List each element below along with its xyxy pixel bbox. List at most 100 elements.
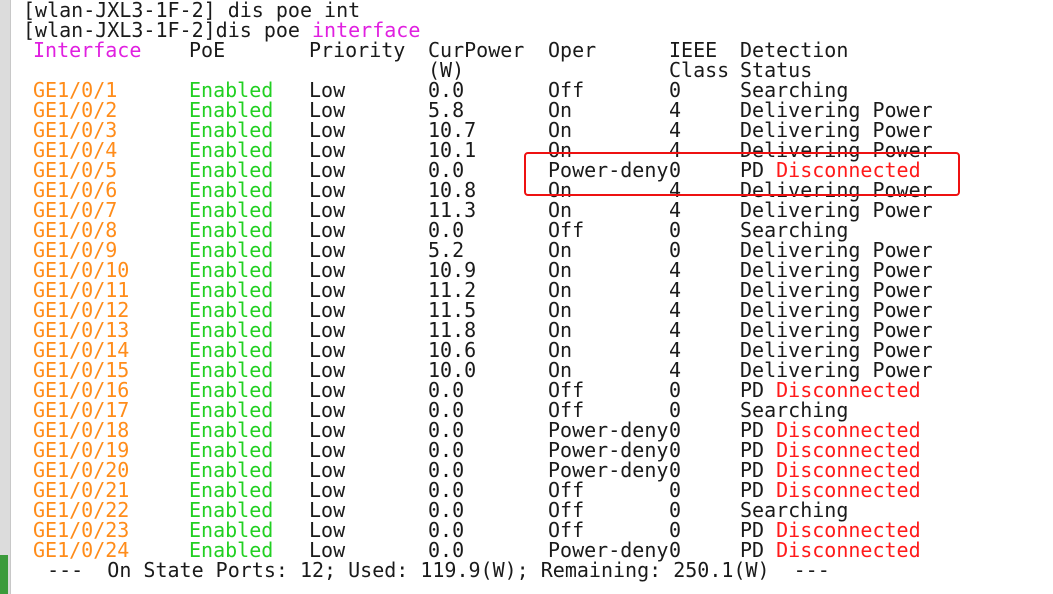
row-detection-status: Delivering Power	[740, 340, 933, 360]
row-detection-status: Searching	[740, 400, 848, 420]
row-interface: GE1/0/17	[33, 398, 130, 422]
row-oper-state: On	[548, 298, 573, 322]
row-detection-status: Searching	[740, 80, 848, 100]
row-current-power: 10.0	[428, 358, 477, 382]
row-poe-status: Enabled	[189, 278, 274, 302]
row-ieee-class: 4	[669, 358, 682, 382]
row-poe-status: Enabled	[189, 78, 274, 102]
row-ieee-class: 0	[669, 78, 682, 102]
row-ieee-class: 0	[669, 498, 682, 522]
row-current-power: 0.0	[428, 458, 465, 482]
row-detection-status: Delivering Power	[740, 120, 933, 140]
row-interface: GE1/0/19	[33, 438, 130, 462]
row-priority: Low	[309, 538, 346, 562]
row-interface: GE1/0/21	[33, 478, 130, 502]
table-row: GE1/0/23 Enabled Low 0.0 Off 0 PD Disconnected	[23, 520, 1023, 540]
row-current-power: 10.7	[428, 118, 477, 142]
row-poe-status: Enabled	[189, 198, 274, 222]
row-ieee-class: 4	[669, 298, 682, 322]
row-priority: Low	[309, 278, 346, 302]
row-interface: GE1/0/3	[33, 118, 118, 142]
row-current-power: 0.0	[428, 478, 465, 502]
row-poe-status: Enabled	[189, 458, 274, 482]
row-oper-state: On	[548, 338, 573, 362]
row-detection-status: Delivering Power	[740, 280, 933, 300]
row-priority: Low	[309, 478, 346, 502]
row-ieee-class: 0	[669, 238, 682, 262]
row-poe-status: Enabled	[189, 538, 274, 562]
row-poe-status: Enabled	[189, 218, 274, 242]
row-interface: GE1/0/7	[33, 198, 118, 222]
row-current-power: 10.8	[428, 178, 477, 202]
row-poe-status: Enabled	[189, 98, 274, 122]
terminal-output[interactable]: [wlan-JXL3-1F-2] dis poe int [wlan-JXL3-…	[23, 0, 1043, 594]
row-oper-state: On	[548, 198, 573, 222]
row-interface: GE1/0/24	[33, 538, 130, 562]
row-priority: Low	[309, 158, 346, 182]
row-ieee-class: 0	[669, 218, 682, 242]
row-priority: Low	[309, 518, 346, 542]
row-interface: GE1/0/10	[33, 258, 130, 282]
table-row: GE1/0/16 Enabled Low 0.0 Off 0 PD Disconnected	[23, 380, 1023, 400]
table-row: GE1/0/9 Enabled Low 5.2 On 0 Delivering Power	[23, 240, 1023, 260]
row-detection-status: PD Disconnected	[740, 440, 921, 460]
row-ieee-class: 0	[669, 538, 682, 562]
row-poe-status: Enabled	[189, 258, 274, 282]
row-ieee-class: 0	[669, 398, 682, 422]
row-current-power: 0.0	[428, 78, 465, 102]
row-interface: GE1/0/18	[33, 418, 130, 442]
row-priority: Low	[309, 178, 346, 202]
row-current-power: 11.3	[428, 198, 477, 222]
row-interface: GE1/0/6	[33, 178, 118, 202]
row-oper-state: Off	[548, 218, 585, 242]
row-current-power: 11.8	[428, 318, 477, 342]
row-current-power: 5.8	[428, 98, 465, 122]
row-interface: GE1/0/22	[33, 498, 130, 522]
row-current-power: 0.0	[428, 438, 465, 462]
row-poe-status: Enabled	[189, 138, 274, 162]
row-priority: Low	[309, 258, 346, 282]
row-current-power: 5.2	[428, 238, 465, 262]
row-ieee-class: 4	[669, 338, 682, 362]
row-current-power: 10.6	[428, 338, 477, 362]
row-oper-state: Off	[548, 498, 585, 522]
row-detection-status: Delivering Power	[740, 320, 933, 340]
row-current-power: 10.1	[428, 138, 477, 162]
row-current-power: 0.0	[428, 418, 465, 442]
row-priority: Low	[309, 418, 346, 442]
summary-line: --- On State Ports: 12; Used: 119.9(W); …	[23, 558, 830, 582]
row-oper-state: Power-deny	[548, 438, 669, 462]
row-poe-status: Enabled	[189, 398, 274, 422]
row-oper-state: On	[548, 318, 573, 342]
row-detection-status: Searching	[740, 220, 848, 240]
row-priority: Low	[309, 138, 346, 162]
table-row: GE1/0/12 Enabled Low 11.5 On 4 Delivering Powe…	[23, 300, 1023, 320]
row-oper-state: Off	[548, 478, 585, 502]
header-class: Class	[669, 58, 730, 82]
header-oper: Oper	[548, 38, 597, 62]
row-poe-status: Enabled	[189, 338, 274, 362]
row-poe-status: Enabled	[189, 158, 274, 182]
row-detection-status: Delivering Power	[740, 100, 933, 120]
header-ieee: IEEE	[669, 38, 718, 62]
table-row: GE1/0/18 Enabled Low 0.0 Power-deny 0 PD Disco…	[23, 420, 1023, 440]
row-priority: Low	[309, 98, 346, 122]
row-interface: GE1/0/5	[33, 158, 118, 182]
row-ieee-class: 4	[669, 278, 682, 302]
row-detection-status: PD Disconnected	[740, 480, 921, 500]
row-detection-status: PD Disconnected	[740, 380, 921, 400]
row-poe-status: Enabled	[189, 518, 274, 542]
table-row: GE1/0/11 Enabled Low 11.2 On 4 Delivering Powe…	[23, 280, 1023, 300]
row-priority: Low	[309, 298, 346, 322]
row-priority: Low	[309, 318, 346, 342]
row-current-power: 0.0	[428, 378, 465, 402]
row-priority: Low	[309, 218, 346, 242]
row-oper-state: Off	[548, 78, 585, 102]
header-detection: Detection	[740, 38, 849, 62]
row-detection-status: PD Disconnected	[740, 420, 921, 440]
row-oper-state: On	[548, 118, 573, 142]
header-interface: Interface	[33, 38, 142, 62]
row-ieee-class: 0	[669, 458, 682, 482]
left-edge-indicator	[0, 555, 8, 594]
row-priority: Low	[309, 238, 346, 262]
